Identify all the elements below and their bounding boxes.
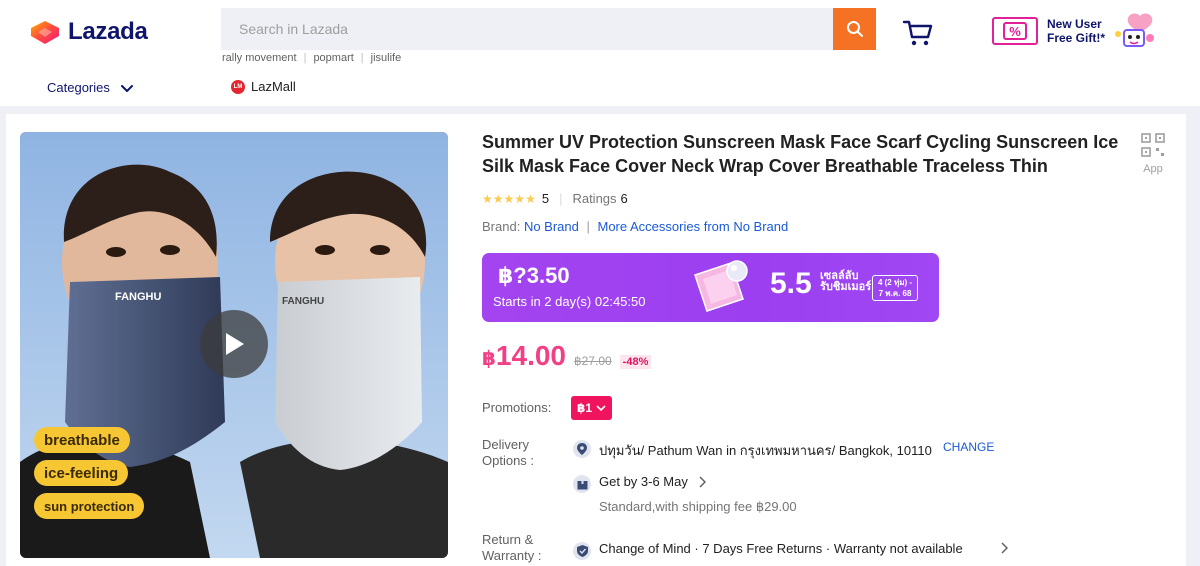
- flash-sale-event: 5.5: [770, 267, 812, 300]
- shield-icon: [573, 542, 591, 560]
- app-label: App: [1143, 163, 1163, 175]
- lazmall-link[interactable]: LM LazMall: [231, 79, 296, 94]
- logo-text: Lazada: [68, 18, 148, 45]
- ratings-label: Ratings: [572, 191, 617, 206]
- brand-link[interactable]: No Brand: [524, 219, 579, 234]
- suggestion-divider: |: [360, 52, 364, 64]
- brand-divider: |: [586, 219, 590, 234]
- event-sub-line2: รับชิมเมอร์: [820, 281, 872, 293]
- rating-stars: ★ ★ ★ ★ ★: [482, 192, 536, 206]
- rating-row[interactable]: ★ ★ ★ ★ ★ 5 | Ratings 6: [482, 191, 628, 206]
- currency-symbol: ฿: [482, 348, 496, 370]
- delivery-estimate[interactable]: Get by 3-6 May: [599, 474, 706, 489]
- brand-label: Brand:: [482, 219, 521, 234]
- coupon-symbol: %: [1009, 24, 1021, 39]
- suggestion-link[interactable]: popmart: [313, 52, 360, 64]
- search-input[interactable]: [221, 8, 833, 50]
- star-icon: ★: [525, 191, 536, 206]
- flash-sale-price: ฿?3.50: [498, 263, 570, 288]
- price-amount: 14.00: [495, 340, 566, 371]
- shipping-fee: Standard,with shipping fee ฿29.00: [599, 499, 797, 514]
- ratings-count: 6: [620, 191, 628, 206]
- product-title: Summer UV Protection Sunscreen Mask Face…: [482, 132, 1119, 176]
- coupon-icon: %: [992, 17, 1038, 45]
- rating-divider: |: [559, 191, 563, 206]
- mask-print-right: FANGHU: [282, 296, 324, 307]
- gift-mascot-icon: [1115, 13, 1154, 47]
- lazmall-icon: LM: [231, 79, 245, 94]
- return-policy-text: Change of Mind · 7 Days Free Returns · W…: [599, 541, 963, 556]
- flash-sale-timer: Starts in 2 day(s) 02:45:50: [493, 294, 646, 309]
- qr-code-icon: [1141, 133, 1165, 157]
- suggestion-divider: |: [303, 52, 307, 64]
- delivery-options-label: Delivery Options :: [482, 437, 535, 468]
- voucher-dropdown[interactable]: ฿1: [571, 396, 612, 420]
- feature-tag: breathable: [34, 427, 130, 453]
- categories-menu[interactable]: Categories: [47, 80, 134, 95]
- promo-text: New User Free Gift!*: [1047, 17, 1105, 45]
- lazmall-label: LazMall: [251, 79, 296, 94]
- star-icon: ★: [492, 191, 504, 206]
- return-warranty-label: Return & Warranty :: [482, 532, 542, 563]
- search-icon: [846, 21, 863, 37]
- cart-icon[interactable]: [902, 18, 934, 48]
- current-price: ฿14.00: [482, 340, 566, 372]
- price-row: ฿14.00 ฿27.00 -48%: [482, 340, 652, 372]
- feature-tag: ice-feeling: [34, 460, 129, 486]
- promotions-label: Promotions:: [482, 400, 552, 415]
- date-line1: 4 (2 ทุ่ม) -: [877, 278, 913, 287]
- chevron-right-icon[interactable]: [1000, 542, 1008, 554]
- play-icon: [226, 333, 244, 355]
- discount-badge: -48%: [619, 355, 652, 369]
- site-header: Lazada rally movement | popmart | jisuli…: [0, 0, 1200, 106]
- search-suggestions: rally movement | popmart | jisulife: [222, 52, 408, 64]
- mask-print-left: FANGHU: [115, 291, 162, 303]
- delivery-address: ปทุมวัน/ Pathum Wan in กรุงเทพมหานคร/ Ba…: [599, 443, 932, 458]
- flash-sale-date: 4 (2 ทุ่ม) - 7 พ.ค. 68: [872, 275, 918, 301]
- suggestion-link[interactable]: rally movement: [222, 52, 304, 64]
- change-address-link[interactable]: CHANGE: [943, 440, 994, 454]
- star-icon: ★: [514, 191, 526, 206]
- voucher-art-icon: [694, 260, 748, 312]
- app-qr-button[interactable]: App: [1140, 132, 1166, 175]
- categories-label: Categories: [47, 80, 110, 95]
- get-by-text: Get by 3-6 May: [599, 474, 688, 489]
- feature-tag: sun protection: [34, 493, 145, 519]
- original-price: ฿27.00: [574, 354, 612, 368]
- promo-line1: New User: [1047, 17, 1102, 31]
- rating-score: 5: [541, 191, 550, 206]
- date-line2: 7 พ.ค. 68: [878, 289, 912, 298]
- more-from-brand-link[interactable]: More Accessories from No Brand: [598, 219, 789, 234]
- chevron-down-icon: [596, 405, 606, 412]
- brand-row: Brand: No Brand | More Accessories from …: [482, 219, 788, 234]
- flash-sale-event-subtitle: เซลล์ลับ รับชิมเมอร์: [820, 271, 878, 293]
- play-button[interactable]: [200, 310, 268, 378]
- suggestion-link[interactable]: jisulife: [371, 52, 409, 64]
- lazada-logo[interactable]: Lazada: [28, 18, 148, 46]
- search-button[interactable]: [833, 8, 876, 50]
- star-icon: ★: [482, 191, 493, 206]
- flash-sale-banner[interactable]: ฿?3.50 Starts in 2 day(s) 02:45:50 5.5 เ…: [482, 253, 939, 322]
- delivery-box-icon: [573, 475, 591, 493]
- chevron-right-icon: [699, 475, 706, 488]
- search-bar: [221, 8, 876, 50]
- star-icon: ★: [503, 191, 515, 206]
- lazada-heart-icon: [31, 21, 59, 44]
- promo-line2: Free Gift!*: [1047, 31, 1106, 45]
- new-user-promo[interactable]: % New User Free Gift!*: [990, 12, 1160, 52]
- product-video[interactable]: FANGHU FANGHU breathable ice-feeling sun…: [20, 132, 448, 558]
- location-pin-icon: [573, 440, 591, 458]
- voucher-value: ฿1: [576, 401, 593, 415]
- chevron-down-icon: [120, 84, 133, 92]
